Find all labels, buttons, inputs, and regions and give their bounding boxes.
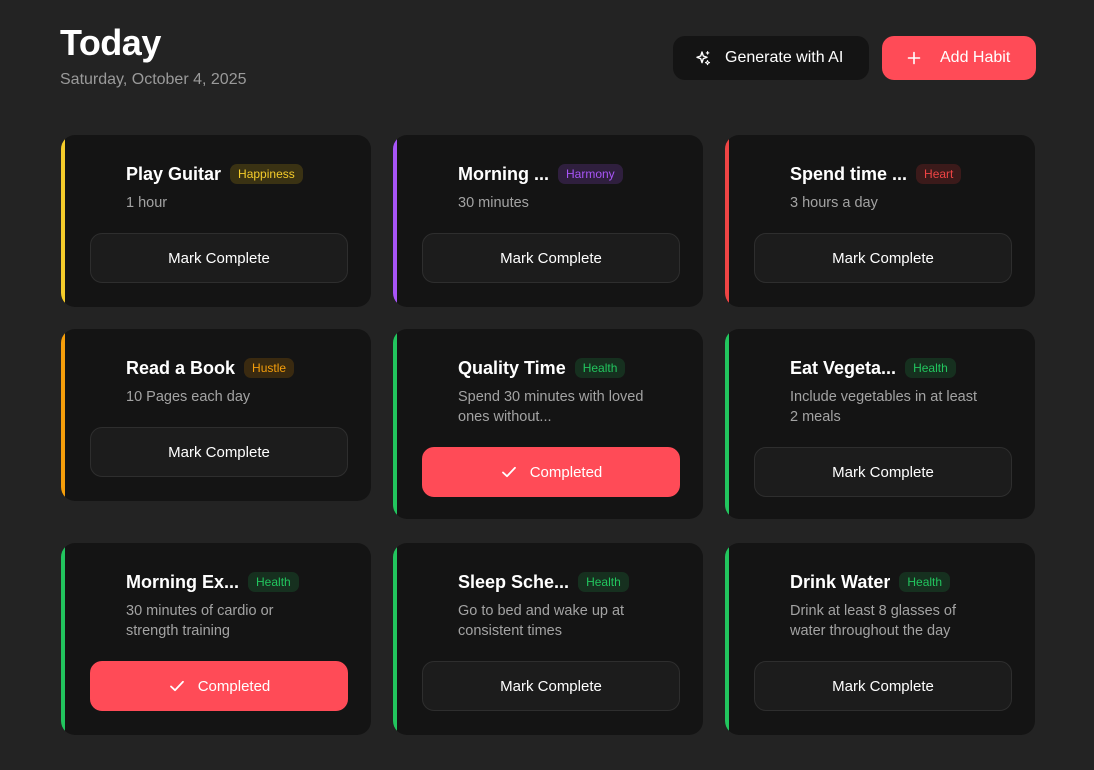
habit-status-label: Mark Complete — [168, 249, 270, 267]
habit-title: Drink Water — [790, 572, 891, 592]
habit-description: 1 hour — [126, 195, 168, 211]
habit-category-badge: Hustle — [244, 358, 295, 378]
habit-status-label: Mark Complete — [832, 249, 934, 267]
mark-complete-button[interactable]: Mark Complete — [90, 427, 348, 477]
habit-category-badge: Heart — [916, 164, 962, 184]
habit-header: Quality Time Health — [458, 357, 626, 379]
habit-category-badge: Health — [899, 572, 951, 592]
page-header: Today Saturday, October 4, 2025 — [60, 22, 246, 89]
add-habit-button[interactable]: Add Habit — [882, 36, 1036, 80]
completed-button[interactable]: Completed — [422, 447, 680, 497]
habit-card[interactable]: Play Guitar Happiness 1 hour Mark Complete — [61, 135, 371, 307]
habit-accent-bar — [61, 135, 65, 307]
habit-description: Spend 30 minutes with loved ones without… — [458, 389, 644, 425]
generate-with-ai-label: Generate with AI — [725, 49, 844, 66]
page-title: Today — [60, 22, 161, 63]
habit-category-badge: Health — [578, 572, 629, 592]
today-page: Today Saturday, October 4, 2025 Generate… — [0, 0, 1094, 770]
habit-card[interactable]: Quality Time Health Spend 30 minutes with … — [393, 329, 703, 519]
habit-status-label: Completed — [197, 677, 271, 695]
habit-status-label: Completed — [529, 463, 603, 481]
habit-category-badge: Health — [905, 358, 956, 378]
habit-description: 30 minutes — [458, 195, 529, 211]
habit-accent-bar — [725, 543, 729, 735]
habit-category-badge: Harmony — [557, 164, 623, 184]
mark-complete-button[interactable]: Mark Complete — [422, 661, 680, 711]
mark-complete-button[interactable]: Mark Complete — [754, 661, 1012, 711]
habit-header: Eat Vegeta... Health — [790, 357, 956, 379]
habit-header: Morning ... Harmony — [458, 163, 623, 185]
habit-status-label: Mark Complete — [500, 249, 602, 267]
habit-header: Play Guitar Happiness — [126, 163, 303, 185]
habit-header: Sleep Sche... Health — [458, 571, 629, 593]
habit-title: Morning ... — [458, 164, 549, 184]
add-habit-label: Add Habit — [940, 49, 1011, 66]
habit-title: Quality Time — [458, 358, 566, 378]
habit-header: Read a Book Hustle — [126, 357, 295, 379]
habit-accent-bar — [393, 543, 397, 735]
habit-title: Morning Ex... — [126, 572, 240, 592]
check-icon — [500, 463, 518, 481]
habit-category-badge: Happiness — [230, 164, 303, 184]
habit-description: Drink at least 8 glasses of water throug… — [790, 603, 957, 639]
mark-complete-button[interactable]: Mark Complete — [754, 233, 1012, 283]
mark-complete-button[interactable]: Mark Complete — [422, 233, 680, 283]
habit-card[interactable]: Read a Book Hustle 10 Pages each day Mark C… — [61, 329, 371, 501]
habit-accent-bar — [393, 135, 397, 307]
habit-status-label: Mark Complete — [500, 677, 602, 695]
habit-title: Spend time ... — [790, 164, 908, 184]
habit-title: Eat Vegeta... — [790, 358, 897, 378]
habit-card[interactable]: Sleep Sche... Health Go to bed and wake up… — [393, 543, 703, 735]
habit-status-label: Mark Complete — [832, 677, 934, 695]
page-date: Saturday, October 4, 2025 — [60, 71, 247, 88]
check-icon — [168, 677, 186, 695]
habit-title: Play Guitar — [126, 164, 222, 184]
habit-description: 3 hours a day — [790, 195, 878, 211]
habit-status-label: Mark Complete — [168, 443, 270, 461]
habit-accent-bar — [393, 329, 397, 519]
habit-status-label: Mark Complete — [832, 463, 934, 481]
habit-category-badge: Health — [248, 572, 299, 592]
habit-description: Go to bed and wake up at consistent time… — [458, 603, 625, 639]
habit-title: Read a Book — [126, 358, 236, 378]
habit-accent-bar — [61, 543, 65, 735]
habit-header: Morning Ex... Health — [126, 571, 299, 593]
plus-icon — [906, 50, 922, 66]
sparkles-icon — [695, 50, 711, 66]
header-actions: Generate with AI Add Habit — [673, 36, 1036, 80]
habit-card[interactable]: Morning ... Harmony 30 minutes Mark Complet… — [393, 135, 703, 307]
habit-card[interactable]: Spend time ... Heart 3 hours a day Mark Com… — [725, 135, 1035, 307]
habit-header: Drink Water Health — [790, 571, 951, 593]
habit-header: Spend time ... Heart — [790, 163, 962, 185]
completed-button[interactable]: Completed — [90, 661, 348, 711]
habit-card[interactable]: Morning Ex... Health 30 minutes of cardio … — [61, 543, 371, 735]
habit-card[interactable]: Eat Vegeta... Health Include vegetables in… — [725, 329, 1035, 519]
habit-accent-bar — [61, 329, 65, 501]
generate-with-ai-button[interactable]: Generate with AI — [673, 36, 869, 80]
habit-description: 10 Pages each day — [126, 389, 251, 405]
habit-card[interactable]: Drink Water Health Drink at least 8 glasse… — [725, 543, 1035, 735]
habit-description: Include vegetables in at least 2 meals — [790, 389, 978, 425]
habit-description: 30 minutes of cardio or strength trainin… — [126, 603, 274, 639]
habit-accent-bar — [725, 329, 729, 519]
mark-complete-button[interactable]: Mark Complete — [754, 447, 1012, 497]
habit-accent-bar — [725, 135, 729, 307]
habit-title: Sleep Sche... — [458, 572, 570, 592]
habit-category-badge: Health — [574, 358, 626, 378]
mark-complete-button[interactable]: Mark Complete — [90, 233, 348, 283]
